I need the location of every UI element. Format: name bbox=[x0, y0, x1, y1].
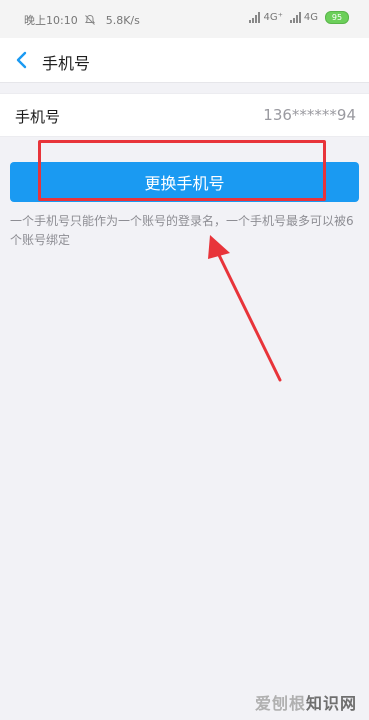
status-speed: 5.8K/s bbox=[105, 13, 140, 27]
hint-text: 一个手机号只能作为一个账号的登录名，一个手机号最多可以被6个账号绑定 bbox=[10, 214, 354, 247]
mute-bell-icon bbox=[84, 14, 95, 25]
network-type-2: 4G bbox=[303, 12, 318, 23]
signal-icon-2 bbox=[289, 12, 301, 23]
phone-label: 手机号 bbox=[15, 108, 61, 126]
phone-value: 136******94 bbox=[263, 106, 356, 124]
network-type-1: 4G⁺ bbox=[263, 12, 283, 23]
status-left: 晚上10:10 5.8K/s bbox=[24, 12, 140, 28]
battery-icon: 95 bbox=[325, 11, 349, 24]
status-time: 晚上10:10 bbox=[24, 14, 78, 27]
signal-icon bbox=[249, 12, 261, 23]
annotation-arrow-icon bbox=[208, 235, 282, 382]
change-phone-button[interactable]: 更换手机号 bbox=[10, 162, 359, 202]
watermark-part-2: 知识网 bbox=[305, 694, 357, 713]
status-right: 4G⁺ 4G 95 bbox=[249, 11, 349, 24]
back-button[interactable] bbox=[8, 46, 36, 74]
page-title: 手机号 bbox=[42, 54, 91, 73]
phone-number-row: 手机号 136******94 bbox=[0, 93, 369, 137]
chevron-left-icon bbox=[16, 51, 27, 69]
navigation-bar: 手机号 bbox=[0, 38, 369, 83]
status-bar: 晚上10:10 5.8K/s 4G⁺ 4G 95 bbox=[0, 0, 369, 38]
watermark-part-1: 爱刨根 bbox=[254, 694, 306, 713]
watermark: 爱刨根知识网 bbox=[255, 690, 357, 714]
